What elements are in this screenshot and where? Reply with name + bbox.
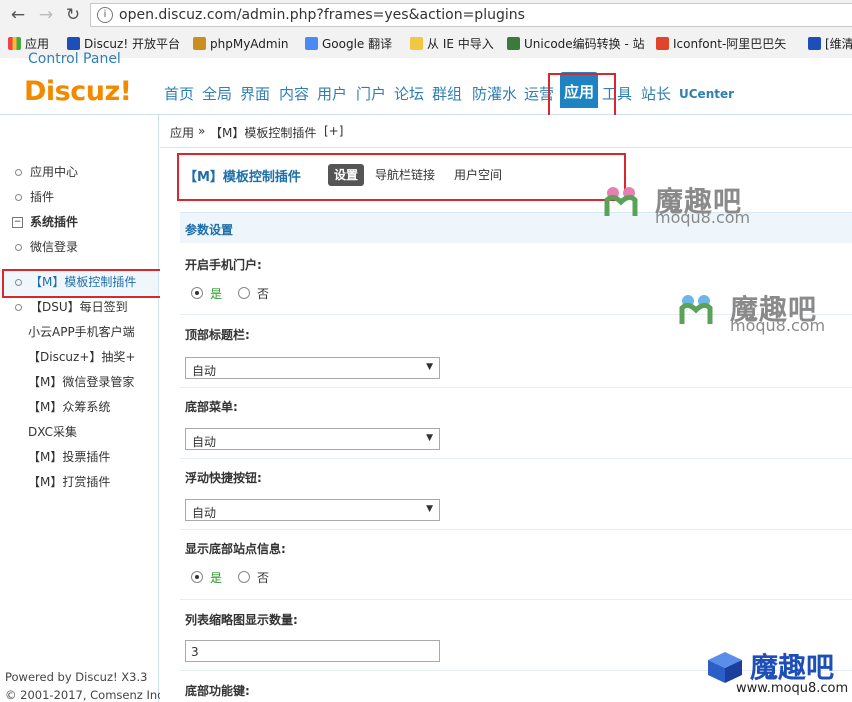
- sidebar-item-reward[interactable]: 【M】打赏插件: [0, 470, 158, 495]
- plugin-title: 【M】模板控制插件: [184, 170, 301, 185]
- info-icon[interactable]: i: [97, 7, 113, 23]
- nav-antispam[interactable]: 防灌水: [472, 82, 517, 106]
- url-text[interactable]: open.discuz.com/admin.php?frames=yes&act…: [119, 7, 525, 23]
- bullet-icon: [15, 194, 22, 201]
- nav-home[interactable]: 首页: [164, 82, 194, 106]
- tab-user-space[interactable]: 用户空间: [454, 164, 502, 186]
- sidebar-top-spacer: [0, 115, 159, 148]
- radio-no[interactable]: [238, 571, 250, 583]
- sidebar-item-wechat-manager[interactable]: 【M】微信登录管家: [0, 370, 158, 395]
- nav-users[interactable]: 用户: [317, 82, 347, 106]
- bullet-icon: [15, 279, 22, 286]
- nav-apps[interactable]: 应用: [560, 72, 599, 108]
- nav-interface[interactable]: 界面: [240, 82, 270, 106]
- breadcrumb-current: 【M】模板控制插件: [210, 126, 317, 140]
- iconfont-icon: [656, 37, 669, 50]
- select-top-titlebar[interactable]: 自动 ▼: [185, 357, 440, 379]
- discuz-icon: [67, 37, 80, 50]
- radio-no[interactable]: [238, 287, 250, 299]
- nav-webmaster[interactable]: 站长: [641, 82, 671, 106]
- phpmyadmin-icon: [193, 37, 206, 50]
- divider: [180, 458, 852, 459]
- bookmark-phpmyadmin[interactable]: phpMyAdmin: [193, 33, 289, 55]
- google-translate-icon: [305, 37, 318, 50]
- sidebar-item-dxc[interactable]: DXC采集: [0, 420, 158, 445]
- apps-grid-icon: [8, 37, 21, 50]
- field-label-top-titlebar: 顶部标题栏:: [185, 328, 250, 342]
- bookmark-google-translate[interactable]: Google 翻译: [305, 33, 392, 55]
- nav-portal[interactable]: 门户: [356, 82, 386, 106]
- address-bar[interactable]: i open.discuz.com/admin.php?frames=yes&a…: [90, 3, 852, 27]
- section-header: 参数设置: [180, 212, 852, 243]
- browser-chrome: ← → ↻ i open.discuz.com/admin.php?frames…: [0, 0, 852, 59]
- breadcrumb-root[interactable]: 应用: [170, 124, 194, 141]
- weiqing-icon: [808, 37, 821, 50]
- divider: [180, 529, 852, 530]
- breadcrumb-sep: »: [198, 124, 206, 138]
- select-bottom-menu[interactable]: 自动 ▼: [185, 428, 440, 450]
- sidebar-item-plugins[interactable]: 插件: [0, 185, 158, 210]
- forward-arrow-icon[interactable]: →: [36, 5, 56, 25]
- field-label-bottom-keys: 底部功能键:: [185, 684, 250, 698]
- unicode-icon: [507, 37, 520, 50]
- breadcrumb: 应用 » 【M】模板控制插件 [+]: [160, 115, 852, 148]
- watermark-mascot-icon: [604, 187, 638, 216]
- nav-global[interactable]: 全局: [202, 82, 232, 106]
- sidebar-item-lottery[interactable]: 【Discuz+】抽奖+: [0, 345, 158, 370]
- field-label-mobile-portal: 开启手机门户:: [185, 258, 262, 272]
- radio-yes[interactable]: [191, 287, 203, 299]
- sidebar-group-system-plugins[interactable]: − 系统插件: [0, 210, 158, 235]
- control-panel-label: Control Panel: [28, 51, 121, 67]
- field-label-float-button: 浮动快捷按钮:: [185, 471, 262, 485]
- sidebar-item-dsu-signin[interactable]: 【DSU】每日签到: [0, 295, 158, 320]
- main-content: 【M】模板控制插件 设置 导航栏链接 用户空间 参数设置 开启手机门户: 是 否…: [160, 148, 852, 702]
- radio-yes[interactable]: [191, 571, 203, 583]
- powered-by: Powered by Discuz! X3.3: [5, 670, 148, 684]
- watermark-mascot-icon: [679, 295, 713, 324]
- collapse-icon[interactable]: −: [12, 217, 23, 228]
- sidebar-item-crowdfunding[interactable]: 【M】众筹系统: [0, 395, 158, 420]
- divider: [180, 599, 852, 600]
- reload-icon[interactable]: ↻: [63, 5, 83, 25]
- discuz-logo[interactable]: Discuz!: [24, 76, 132, 107]
- bookmarks-bar: 应用 Discuz! 开放平台 phpMyAdmin Google 翻译 从 I…: [0, 33, 852, 55]
- sidebar-item-app-center[interactable]: 应用中心: [0, 160, 158, 185]
- add-shortcut-link[interactable]: [+]: [324, 124, 343, 138]
- bookmark-unicode[interactable]: Unicode编码转换 - 站: [507, 33, 645, 55]
- bullet-icon: [15, 304, 22, 311]
- back-arrow-icon[interactable]: ←: [8, 5, 28, 25]
- bookmark-weiqing[interactable]: [维清: [808, 33, 852, 55]
- bullet-icon: [15, 169, 22, 176]
- input-thumb-count[interactable]: 3: [185, 640, 440, 662]
- tab-nav-links[interactable]: 导航栏链接: [375, 164, 435, 186]
- bookmark-ie-import[interactable]: 从 IE 中导入: [410, 33, 494, 55]
- nav-forum[interactable]: 论坛: [394, 82, 424, 106]
- select-float-button[interactable]: 自动 ▼: [185, 499, 440, 521]
- divider: [180, 387, 852, 388]
- field-label-bottom-menu: 底部菜单:: [185, 400, 238, 414]
- dropdown-arrow-icon: ▼: [426, 362, 433, 372]
- sidebar: 应用中心 插件 − 系统插件 微信登录 【M】模板控制插件 【DSU】每日签到 小…: [0, 147, 159, 702]
- dropdown-arrow-icon: ▼: [426, 504, 433, 514]
- field-label-thumb-count: 列表缩略图显示数量:: [185, 613, 298, 627]
- sidebar-item-template-control[interactable]: 【M】模板控制插件: [0, 270, 158, 295]
- nav-groups[interactable]: 群组: [432, 82, 462, 106]
- bookmark-iconfont[interactable]: Iconfont-阿里巴巴矢: [656, 33, 786, 55]
- nav-operations[interactable]: 运营: [524, 82, 554, 106]
- bullet-icon: [15, 244, 22, 251]
- sidebar-item-xiaoyun-app[interactable]: 小云APP手机客户端: [0, 320, 158, 345]
- folder-icon: [410, 37, 423, 50]
- nav-content[interactable]: 内容: [279, 82, 309, 106]
- sidebar-item-wechat-login[interactable]: 微信登录: [0, 235, 158, 260]
- dropdown-arrow-icon: ▼: [426, 433, 433, 443]
- sidebar-item-vote[interactable]: 【M】投票插件: [0, 445, 158, 470]
- nav-ucenter[interactable]: UCenter: [679, 82, 734, 106]
- field-label-site-info: 显示底部站点信息:: [185, 542, 286, 556]
- tab-settings[interactable]: 设置: [328, 164, 365, 186]
- nav-tools[interactable]: 工具: [602, 82, 632, 106]
- watermark-cube-icon: [708, 652, 742, 683]
- copyright: © 2001-2017, Comsenz Inc.: [5, 688, 168, 702]
